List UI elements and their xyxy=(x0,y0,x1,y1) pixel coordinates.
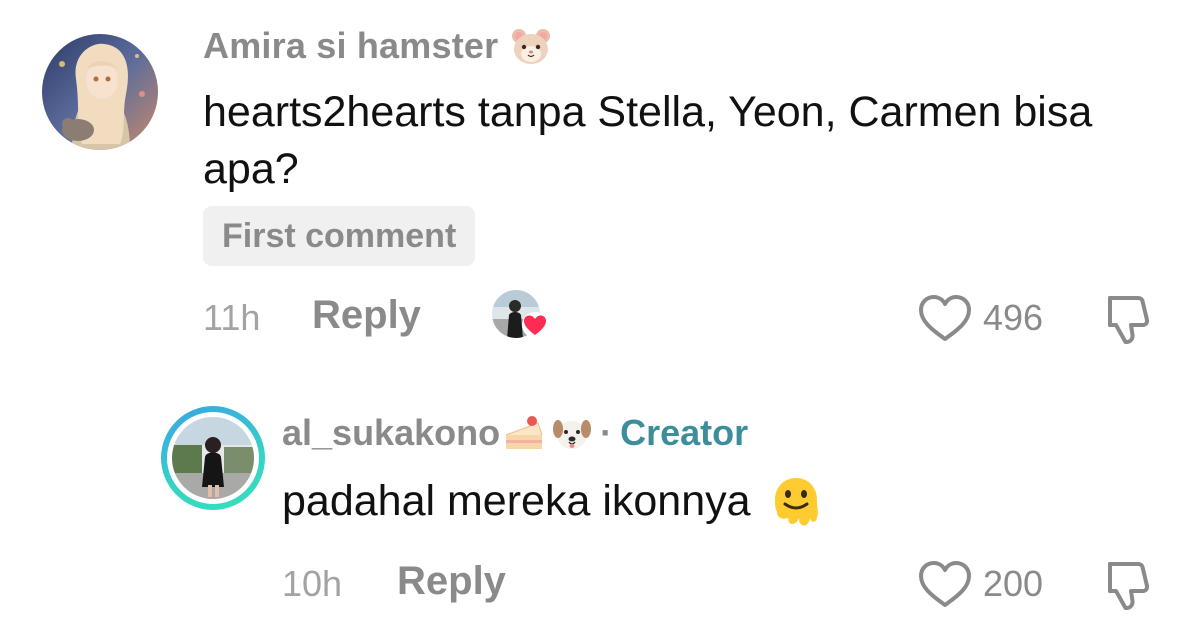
like-button[interactable]: 496 xyxy=(917,292,1043,344)
comment-text: hearts2hearts tanpa Stella, Yeon, Carmen… xyxy=(203,88,1093,193)
reply-author-avatar[interactable] xyxy=(161,406,265,510)
thumbs-down-icon xyxy=(1108,296,1150,344)
comment-timestamp: 11h xyxy=(203,297,261,338)
avatar-ring xyxy=(167,412,259,504)
reply-timestamp: 10h xyxy=(282,563,343,604)
reply-like-count: 200 xyxy=(983,563,1044,604)
reply-text-row: padahal mereka ikonnya xyxy=(282,473,823,530)
reply-button[interactable]: Reply xyxy=(312,293,421,338)
creator-label: Creator xyxy=(620,412,749,453)
username-text: al_sukakono xyxy=(282,412,501,453)
anime-girl-avatar-image xyxy=(42,34,158,150)
dog-face-emoji-icon xyxy=(550,411,594,455)
liked-by-creator-indicator xyxy=(491,289,551,343)
first-comment-badge: First comment xyxy=(203,206,476,266)
reply-author-username[interactable]: al_sukakono · Creator xyxy=(282,409,748,457)
hamster-face-emoji-icon xyxy=(510,25,552,67)
reply-dislike-button[interactable] xyxy=(1100,558,1158,619)
comment-thread: Amira si hamster hearts2hearts tanpa Ste… xyxy=(0,0,1199,623)
shortcake-emoji-icon xyxy=(502,411,546,455)
reply-text: padahal mereka ikonnya xyxy=(282,477,751,525)
dislike-button[interactable] xyxy=(1100,292,1158,353)
like-count: 496 xyxy=(983,297,1044,338)
avatar-photo xyxy=(172,417,254,499)
role-separator: · xyxy=(600,412,613,453)
username-text: Amira si hamster xyxy=(203,25,499,66)
thumbs-down-icon xyxy=(1108,562,1150,610)
reply-to-reply-button[interactable]: Reply xyxy=(397,559,506,604)
reply-like-button[interactable]: 200 xyxy=(917,558,1043,610)
heart-outline-icon xyxy=(919,561,971,607)
melting-face-emoji-icon xyxy=(769,474,823,530)
commenter-avatar[interactable] xyxy=(42,34,158,150)
commenter-username[interactable]: Amira si hamster xyxy=(203,25,552,67)
heart-outline-icon xyxy=(919,295,971,341)
